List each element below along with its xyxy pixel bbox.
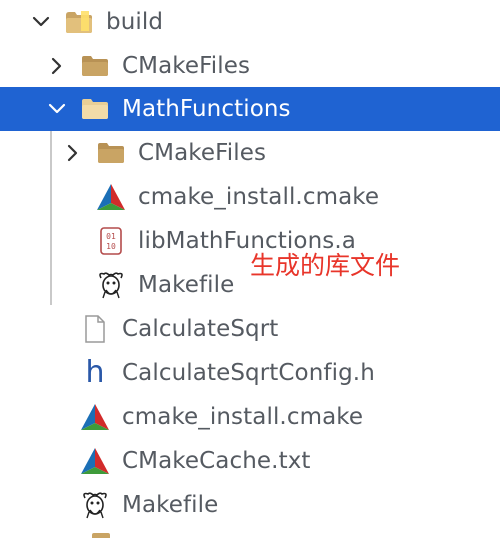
folder-icon — [80, 94, 110, 124]
binary-file-icon: 01 10 — [96, 226, 126, 256]
tree-item-label: Makefile — [122, 492, 219, 518]
annotation-text: 生成的库文件 — [250, 251, 401, 280]
gnu-makefile-icon — [96, 270, 126, 300]
tree-item-label: Makefile — [138, 272, 235, 298]
chevron-down-icon[interactable] — [46, 98, 68, 120]
tree-item-makefile[interactable]: Makefile — [0, 483, 500, 527]
folder-icon — [80, 51, 110, 81]
tree-item-cmakefiles[interactable]: CMakeFiles — [0, 44, 500, 88]
tree-item-label: CMakeFiles — [122, 53, 251, 79]
header-glyph: h — [85, 355, 105, 390]
folder-icon — [96, 138, 126, 168]
tree-item-label: MathFunctions — [122, 96, 291, 122]
tree-item-cmake-install[interactable]: cmake_install.cmake — [0, 395, 500, 439]
chevron-down-icon[interactable] — [30, 11, 52, 33]
cmake-icon — [80, 446, 110, 476]
tree-item-cmakefiles[interactable]: CMakeFiles — [0, 131, 500, 175]
cmake-icon — [96, 182, 126, 212]
chevron-right-icon[interactable] — [46, 55, 68, 77]
tree-item-cmake-install[interactable]: cmake_install.cmake — [0, 175, 500, 219]
tree-item-label: CMakeFiles — [138, 140, 267, 166]
cmake-icon — [80, 402, 110, 432]
tree-item-mathfunctions[interactable]: MathFunctions — [0, 87, 500, 131]
svg-text:01: 01 — [106, 232, 116, 241]
svg-text:10: 10 — [106, 242, 116, 251]
tree-item-build[interactable]: build — [0, 0, 500, 44]
file-icon — [80, 314, 110, 344]
tree-item-label: CalculateSqrtConfig.h — [122, 360, 375, 386]
header-file-icon: h — [80, 358, 110, 388]
folder-icon — [92, 533, 110, 538]
tree-item-label: cmake_install.cmake — [138, 184, 380, 210]
home-folder-icon — [64, 7, 94, 37]
file-explorer-tree: build CMakeFiles MathFunctions CMakeFile… — [0, 0, 500, 538]
tree-item-cmakecache[interactable]: CMakeCache.txt — [0, 439, 500, 483]
tree-item-label: CMakeCache.txt — [122, 448, 311, 474]
chevron-right-icon[interactable] — [62, 142, 84, 164]
tree-item-label: cmake_install.cmake — [122, 404, 364, 430]
tree-item-calculatesqrt[interactable]: CalculateSqrt — [0, 307, 500, 351]
tree-item-label: build — [106, 9, 164, 35]
gnu-makefile-icon — [80, 490, 110, 520]
tree-item-label: CalculateSqrt — [122, 316, 279, 342]
tree-item-calculatesqrtconfig[interactable]: h CalculateSqrtConfig.h — [0, 351, 500, 395]
